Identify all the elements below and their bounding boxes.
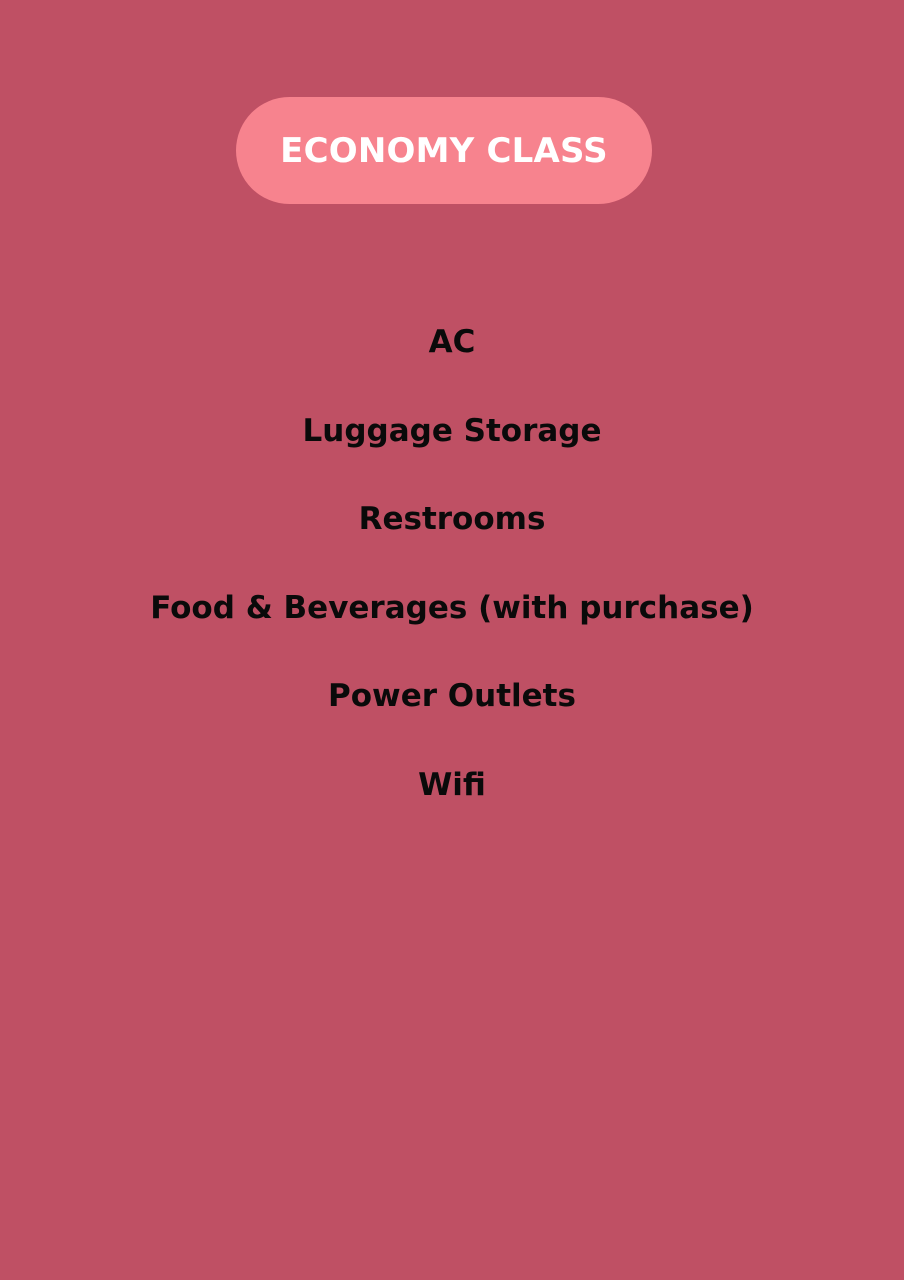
amenity-item: Wifi	[418, 766, 486, 803]
amenity-item: Luggage Storage	[302, 412, 602, 449]
page-background: ECONOMY CLASS AC Luggage Storage Restroo…	[0, 0, 904, 1280]
amenity-item: Restrooms	[358, 501, 546, 538]
class-title-pill: ECONOMY CLASS	[236, 97, 652, 204]
amenity-item: Power Outlets	[328, 678, 576, 715]
amenity-item: AC	[428, 324, 476, 360]
amenities-list: AC Luggage Storage Restrooms Food & Beve…	[0, 318, 904, 850]
amenity-item: Food & Beverages (with purchase)	[150, 589, 754, 626]
class-title: ECONOMY CLASS	[280, 130, 608, 171]
